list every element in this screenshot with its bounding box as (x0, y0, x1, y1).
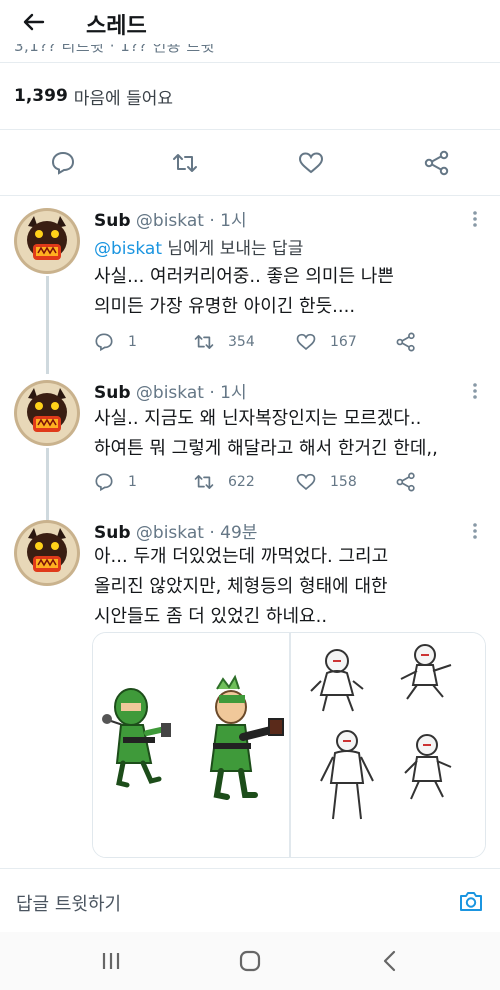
share-icon[interactable] (424, 150, 450, 176)
retweet-icon (194, 475, 214, 489)
tweet-text-line: 사실... 여러커리어중.. 좋은 의미든 나쁜 (94, 266, 394, 287)
clipped-retweet-stats: 3,1?? 리트윗 · 1?? 인용 트윗 (14, 44, 494, 62)
author-name[interactable]: Sub (94, 383, 131, 403)
author-handle[interactable]: @biskat (136, 523, 204, 543)
retweet-count: 622 (228, 474, 255, 490)
tweet-time: 1시 (220, 211, 247, 231)
tweet-text-line: 하여튼 뭐 그렇게 해달라고 해서 한거긴 한데,, (94, 438, 438, 459)
retweet-icon (194, 335, 214, 349)
ninja-illustration (102, 674, 284, 800)
thread-line (46, 276, 49, 374)
back-arrow-icon[interactable] (22, 10, 46, 34)
tweet-text-line: 아... 두개 더있었는데 까먹었다. 그리고 (94, 546, 389, 567)
tweet-text-line: 올리진 않았지만, 체형등의 형태에 대한 (94, 576, 388, 597)
reply-count: 1 (128, 474, 137, 490)
tweet-text-line: 시안들도 좀 더 있었긴 하네요.. (94, 606, 328, 627)
tweet-text-line: 사실.. 지금도 왜 닌자복장인지는 모르겠다.. (94, 408, 422, 429)
likes-summary[interactable]: 1,399 마음에 들어요 (0, 62, 500, 130)
tweet-header: Sub @biskat · 1시 (94, 378, 247, 403)
recent-apps-icon[interactable] (100, 950, 122, 972)
retweet-stat[interactable]: 354 (194, 332, 255, 352)
more-options-icon[interactable] (472, 522, 478, 540)
tweet-media-grid (92, 632, 486, 858)
page-title: 스레드 (86, 14, 147, 39)
tweet-text: 사실... 여러커리어중.. 좋은 의미든 나쁜 의미든 가장 유명한 아이긴 … (94, 262, 484, 322)
like-stat[interactable]: 158 (296, 472, 357, 492)
tweet-reply-2[interactable]: Sub @biskat · 1시 사실.. 지금도 왜 닌자복장인지는 모르겠다… (0, 368, 500, 522)
reply-stat[interactable]: 1 (94, 332, 137, 352)
top-app-bar: 스레드 (0, 0, 500, 46)
home-icon[interactable] (238, 950, 262, 972)
likes-count: 1,399 (14, 86, 68, 106)
separator-dot: · (209, 211, 215, 231)
author-handle[interactable]: @biskat (136, 383, 204, 403)
back-nav-icon[interactable] (380, 950, 400, 972)
avatar[interactable] (14, 520, 80, 586)
avatar-image (14, 380, 80, 446)
tweet-text: 사실.. 지금도 왜 닌자복장인지는 모르겠다.. 하여튼 뭐 그렇게 해달라고… (94, 404, 484, 464)
more-options-icon[interactable] (472, 382, 478, 400)
reply-count: 1 (128, 334, 137, 350)
like-stat[interactable]: 167 (296, 332, 357, 352)
media-image-ninjas[interactable] (93, 633, 289, 857)
tweet-stats: 1 622 158 (94, 472, 434, 496)
replying-to-suffix: 님에게 보내는 답글 (162, 239, 304, 259)
share-stat[interactable] (396, 332, 430, 352)
camera-icon[interactable] (458, 889, 484, 913)
like-heart-icon (296, 333, 316, 351)
tweet-action-bar (0, 130, 500, 196)
reply-stat[interactable]: 1 (94, 472, 137, 492)
like-count: 158 (330, 474, 357, 490)
author-handle[interactable]: @biskat (136, 211, 204, 231)
retweet-stat[interactable]: 622 (194, 472, 255, 492)
share-icon (396, 472, 415, 492)
replying-to: @biskat 님에게 보내는 답글 (94, 234, 303, 259)
avatar-image (14, 208, 80, 274)
share-stat[interactable] (396, 472, 430, 492)
like-heart-icon (296, 473, 316, 491)
reply-icon[interactable] (50, 150, 76, 176)
system-nav-bar (0, 932, 500, 990)
avatar-image (14, 520, 80, 586)
reply-composer[interactable]: 답글 트윗하기 (0, 868, 500, 932)
like-count: 167 (330, 334, 357, 350)
clipped-stats-text: 3,1?? 리트윗 · 1?? 인용 트윗 (14, 44, 215, 55)
tweet-time: 49분 (220, 523, 258, 543)
more-options-icon[interactable] (472, 210, 478, 228)
author-name[interactable]: Sub (94, 211, 131, 231)
tweet-header: Sub @biskat · 1시 (94, 206, 247, 231)
retweet-icon[interactable] (172, 150, 198, 176)
avatar[interactable] (14, 380, 80, 446)
likes-label: 마음에 들어요 (73, 88, 174, 109)
author-name[interactable]: Sub (94, 523, 131, 543)
like-heart-icon[interactable] (298, 150, 324, 176)
avatar[interactable] (14, 208, 80, 274)
separator-dot: · (209, 523, 215, 543)
tweet-stats: 1 354 167 (94, 332, 434, 356)
mention-link[interactable]: @biskat (94, 239, 162, 259)
tweet-reply-1[interactable]: Sub @biskat · 1시 @biskat 님에게 보내는 답글 사실..… (0, 198, 500, 374)
tweet-time: 1시 (220, 383, 247, 403)
separator-dot: · (209, 383, 215, 403)
wrestler-sketches (310, 644, 452, 820)
reply-icon (95, 333, 113, 352)
tweet-header: Sub @biskat · 49분 (94, 518, 257, 543)
share-icon (396, 332, 415, 352)
tweet-text: 아... 두개 더있었는데 까먹었다. 그리고 올리진 않았지만, 체형등의 형… (94, 542, 484, 632)
retweet-count: 354 (228, 334, 255, 350)
media-image-wrestlers[interactable] (289, 633, 485, 857)
tweet-text-line: 의미든 가장 유명한 아이긴 한듯.... (94, 296, 356, 317)
reply-icon (95, 473, 113, 492)
reply-placeholder[interactable]: 답글 트윗하기 (16, 890, 121, 916)
